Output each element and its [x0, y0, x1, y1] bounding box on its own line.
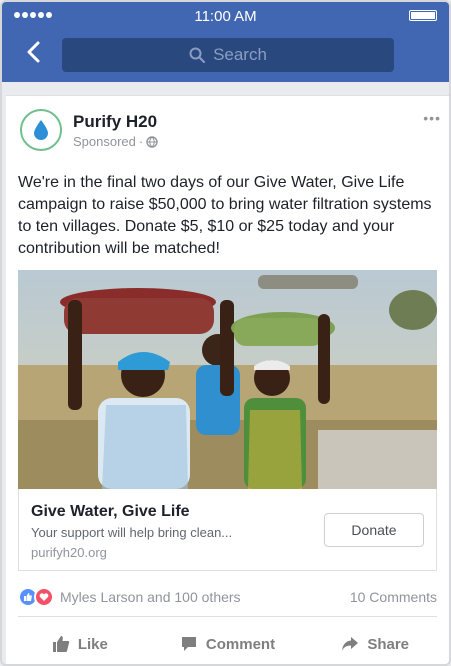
- sponsored-label: Sponsored ·: [73, 134, 158, 149]
- post-text: We're in the final two days of our Give …: [18, 174, 432, 257]
- water-drop-icon: [34, 120, 48, 140]
- link-preview[interactable]: Give Water, Give Life Your support will …: [18, 489, 437, 571]
- link-description: Your support will help bring clean...: [31, 525, 233, 540]
- thumbs-up-icon: [52, 636, 70, 652]
- top-bar: 11:00 AM Search: [2, 2, 449, 82]
- share-button[interactable]: Share: [301, 624, 449, 664]
- more-options-icon[interactable]: •••: [423, 110, 441, 126]
- comment-label: Comment: [205, 635, 276, 653]
- reaction-names[interactable]: Myles Larson and 100 others: [60, 589, 241, 605]
- comments-count[interactable]: 10 Comments: [350, 589, 437, 605]
- search-input[interactable]: Search: [62, 38, 394, 72]
- comment-icon: [181, 637, 196, 651]
- battery-icon: [409, 10, 437, 21]
- page-avatar[interactable]: [20, 109, 62, 151]
- like-label: Like: [77, 635, 108, 653]
- status-bar: 11:00 AM: [2, 2, 449, 28]
- link-title[interactable]: Give Water, Give Life: [31, 503, 190, 521]
- back-icon[interactable]: [24, 40, 44, 64]
- post-actions: Like Comment Share: [6, 624, 449, 664]
- search-icon: [189, 47, 206, 63]
- dot-separator: ·: [138, 134, 144, 149]
- share-label: Share: [367, 635, 410, 653]
- comment-button[interactable]: Comment: [154, 624, 302, 664]
- donate-button[interactable]: Donate: [324, 513, 424, 547]
- globe-icon: [146, 135, 158, 148]
- sponsored-text: Sponsored: [73, 134, 136, 149]
- phone-frame: 11:00 AM Search Purify H20 Sponsored · •…: [0, 0, 451, 666]
- status-time: 11:00 AM: [194, 8, 257, 25]
- post-image[interactable]: [18, 270, 437, 489]
- divider: [18, 616, 437, 617]
- sponsored-post: Purify H20 Sponsored · ••• We're in the …: [6, 95, 449, 664]
- page-name[interactable]: Purify H20: [73, 112, 157, 132]
- like-button[interactable]: Like: [6, 624, 154, 664]
- link-domain: purifyh20.org: [31, 545, 107, 560]
- reactions-bar[interactable]: Myles Larson and 100 others 10 Comments: [18, 586, 437, 610]
- reaction-icons: [18, 587, 54, 607]
- search-placeholder: Search: [213, 45, 267, 64]
- love-reaction-icon: [34, 587, 54, 607]
- share-icon: [342, 637, 359, 651]
